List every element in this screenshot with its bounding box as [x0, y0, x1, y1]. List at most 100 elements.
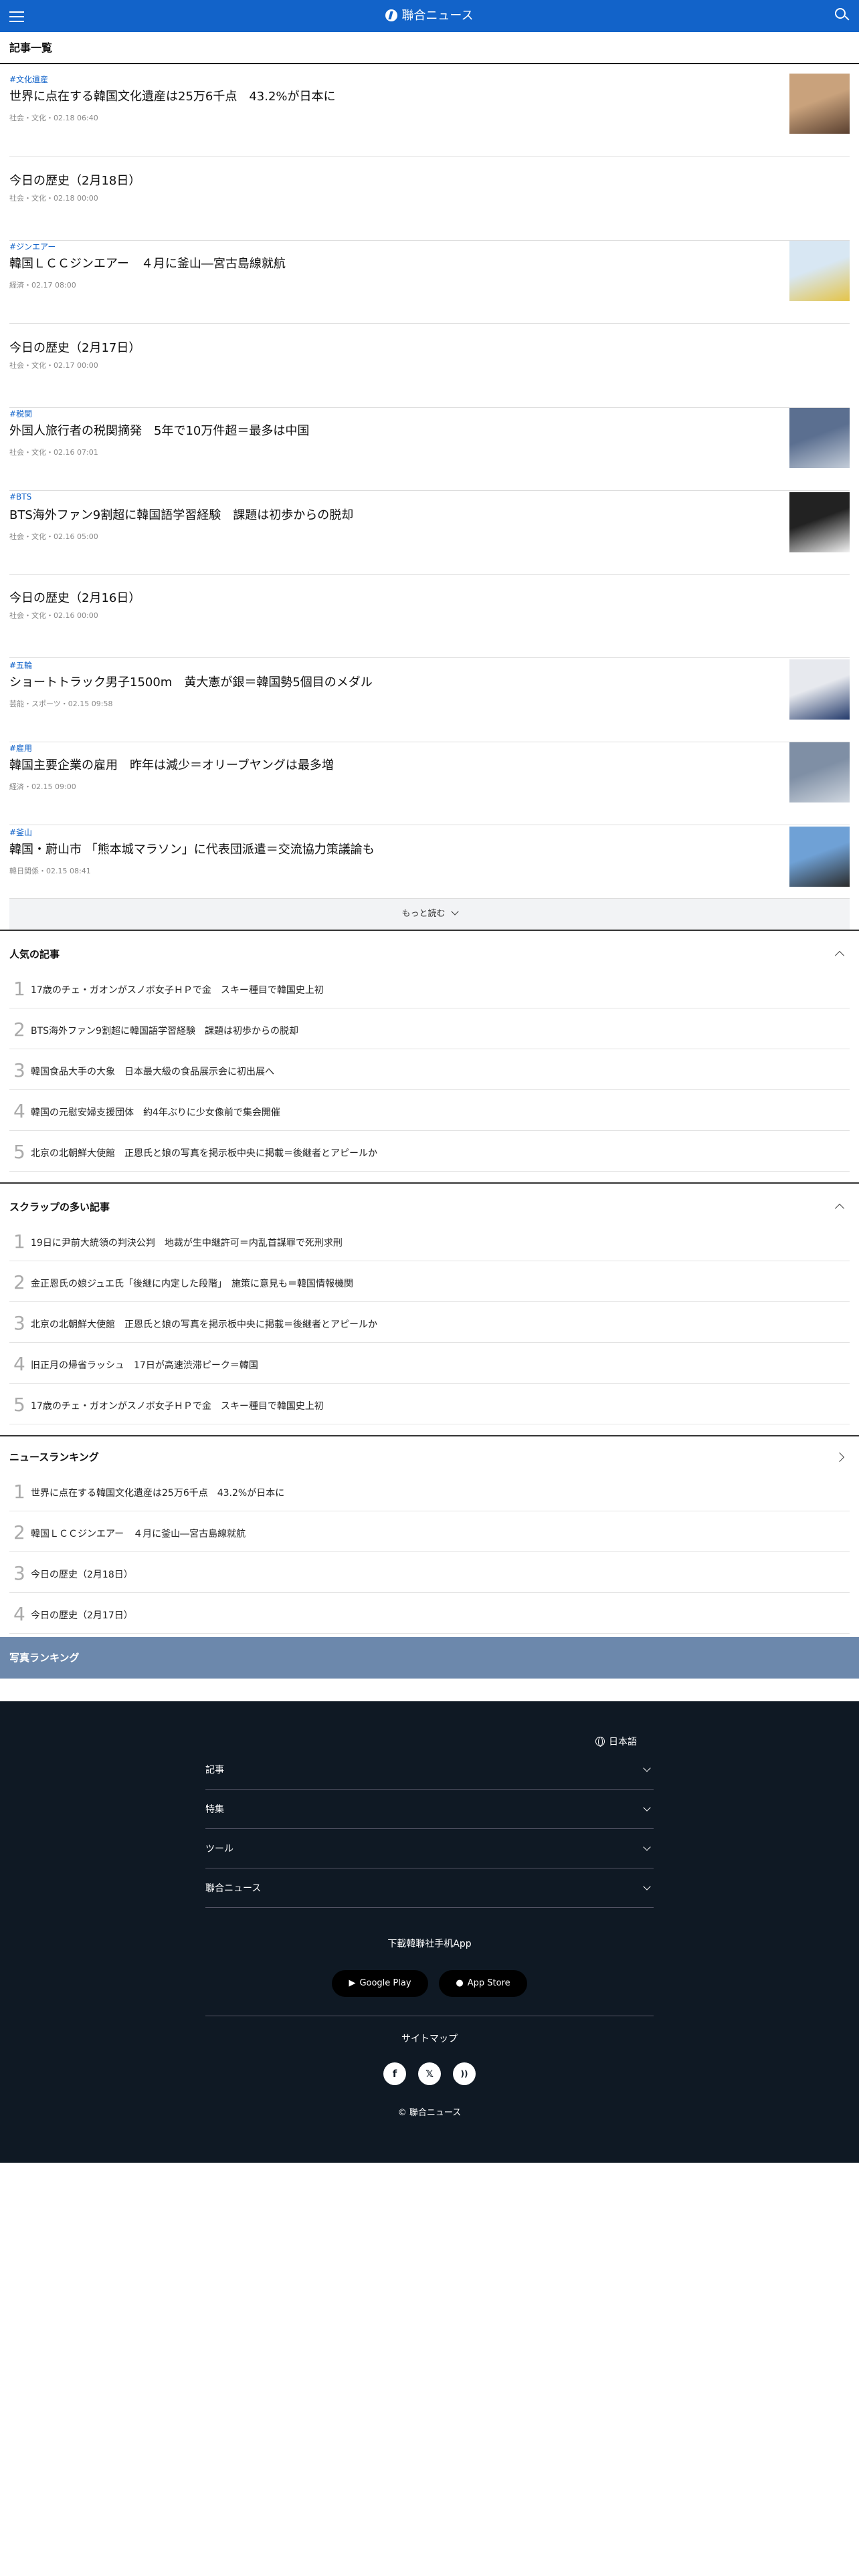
- search-icon[interactable]: [835, 8, 850, 23]
- app-store-button[interactable]: ● App Store: [439, 1970, 527, 1997]
- app-store-label: App Store: [467, 1978, 510, 1988]
- article-meta: 経済・02.15 09:00: [9, 782, 76, 791]
- article-title[interactable]: ショートトラック男子1500m 黄大憲が銀＝韓国勢5個目のメダル: [9, 673, 373, 690]
- rank-text[interactable]: 19日に尹前大統領の判決公判 地裁が生中継許可＝内乱首謀罪で死刑求刑: [31, 1236, 343, 1249]
- article-title[interactable]: 韓国主要企業の雇用 昨年は減少＝オリーブヤングは最多増: [9, 756, 334, 773]
- article-item[interactable]: #BTS BTS海外ファン9割超に韓国語学習経験 課題は初歩からの脱却 社会・文化・…: [9, 492, 850, 575]
- rank-text[interactable]: 17歳のチェ・ガオンがスノボ女子ＨＰで金 スキー種目で韓国史上初: [31, 983, 324, 996]
- rank-text[interactable]: 17歳のチェ・ガオンがスノボ女子ＨＰで金 スキー種目で韓国史上初: [31, 1399, 324, 1412]
- article-meta: 社会・文化・02.18 06:40: [9, 114, 98, 122]
- article-thumbnail[interactable]: [789, 74, 850, 134]
- article-thumbnail[interactable]: [789, 827, 850, 887]
- article-item[interactable]: #ジンエアー 韓国ＬＣＣジンエアー ４月に釜山―宮古島線就航 経済・02.17 08…: [9, 241, 850, 324]
- read-more-button[interactable]: もっと読む: [9, 899, 850, 930]
- google-play-button[interactable]: ▶ Google Play: [332, 1970, 428, 1997]
- rss-icon[interactable]: )): [453, 2062, 476, 2085]
- article-tag[interactable]: #BTS: [9, 492, 31, 502]
- x-twitter-icon[interactable]: 𝕏: [418, 2062, 441, 2085]
- rank-text[interactable]: 北京の北朝鮮大使館 正恩氏と娘の写真を掲示板中央に掲載＝後継者とアピールか: [31, 1317, 377, 1331]
- article-title[interactable]: 世界に点在する韓国文化遺産は25万6千点 43.2%が日本に: [9, 87, 336, 104]
- popular-item[interactable]: 5 北京の北朝鮮大使館 正恩氏と娘の写真を掲示板中央に掲載＝後継者とアピールか: [9, 1132, 850, 1172]
- scraps-item[interactable]: 4 旧正月の帰省ラッシュ 17日が高速渋滞ピーク＝韓国: [9, 1344, 850, 1384]
- article-title[interactable]: 韓国・蔚山市 「熊本城マラソン」に代表団派遣＝交流協力策議論も: [9, 840, 375, 857]
- footer-menu-label: ツール: [205, 1844, 233, 1854]
- photo-ranking-bar[interactable]: 写真ランキング: [0, 1637, 859, 1679]
- article-tag[interactable]: #釜山: [9, 827, 32, 838]
- facebook-icon[interactable]: f: [383, 2062, 406, 2085]
- rank-number: 4: [13, 1353, 25, 1375]
- popular-title: 人気の記事: [9, 948, 60, 960]
- divider: [0, 1182, 859, 1184]
- news_ranking-item[interactable]: 1 世界に点在する韓国文化遺産は25万6千点 43.2%が日本に: [9, 1471, 850, 1511]
- article-title[interactable]: 今日の歴史（2月18日）: [9, 171, 140, 189]
- rank-text[interactable]: 北京の北朝鮮大使館 正恩氏と娘の写真を掲示板中央に掲載＝後継者とアピールか: [31, 1146, 377, 1160]
- scraps-item[interactable]: 5 17歳のチェ・ガオンがスノボ女子ＨＰで金 スキー種目で韓国史上初: [9, 1384, 850, 1424]
- popular-item[interactable]: 2 BTS海外ファン9割超に韓国語学習経験 課題は初歩からの脱却: [9, 1009, 850, 1049]
- news-ranking-header[interactable]: ニュースランキング: [0, 1442, 859, 1473]
- brand-logo[interactable]: 聯合ニュース: [0, 0, 859, 32]
- rank-text[interactable]: BTS海外ファン9割超に韓国語学習経験 課題は初歩からの脱却: [31, 1024, 298, 1037]
- article-item[interactable]: 今日の歴史（2月18日） 社会・文化・02.18 00:00: [9, 158, 850, 241]
- rank-text[interactable]: 旧正月の帰省ラッシュ 17日が高速渋滞ピーク＝韓国: [31, 1358, 258, 1372]
- footer-menu-yonhap[interactable]: 聯合ニュース: [205, 1869, 654, 1908]
- article-meta: 社会・文化・02.16 07:01: [9, 448, 98, 457]
- rank-text[interactable]: 金正恩氏の娘ジュエ氏「後継に内定した段階」 施策に意見も＝韓国情報機関: [31, 1277, 353, 1290]
- article-thumbnail[interactable]: [789, 408, 850, 468]
- article-thumbnail[interactable]: [789, 659, 850, 720]
- article-title[interactable]: 韓国ＬＣＣジンエアー ４月に釜山―宮古島線就航: [9, 254, 286, 272]
- article-item[interactable]: #釜山 韓国・蔚山市 「熊本城マラソン」に代表団派遣＝交流協力策議論も 韓日関係・0…: [9, 827, 850, 899]
- article-title[interactable]: 今日の歴史（2月16日）: [9, 588, 140, 606]
- article-title[interactable]: 今日の歴史（2月17日）: [9, 338, 140, 356]
- article-item[interactable]: #税関外国人旅行者の税関摘発 5年で10万件超＝最多は中国社会・文化・02.16…: [9, 408, 850, 491]
- article-tag[interactable]: #雇用: [9, 742, 32, 754]
- article-item[interactable]: #五輪 ショートトラック男子1500m 黄大憲が銀＝韓国勢5個目のメダル 芸能・スポ…: [9, 659, 850, 742]
- rank-text[interactable]: 韓国の元慰安婦支援団体 約4年ぶりに少女像前で集会開催: [31, 1105, 280, 1119]
- article-item[interactable]: #文化遺産世界に点在する韓国文化遺産は25万6千点 43.2%が日本に社会・文化…: [9, 74, 850, 156]
- article-tag[interactable]: #文化遺産: [9, 74, 48, 85]
- rank-text[interactable]: 今日の歴史（2月18日）: [31, 1568, 133, 1581]
- article-thumbnail[interactable]: [789, 241, 850, 301]
- rank-text[interactable]: 世界に点在する韓国文化遺産は25万6千点 43.2%が日本に: [31, 1486, 284, 1499]
- scraps-item[interactable]: 3 北京の北朝鮮大使館 正恩氏と娘の写真を掲示板中央に掲載＝後継者とアピールか: [9, 1303, 850, 1343]
- popular-section-header[interactable]: 人気の記事: [0, 939, 859, 970]
- article-item[interactable]: 今日の歴史（2月17日） 社会・文化・02.17 00:00: [9, 325, 850, 408]
- rank-text[interactable]: 韓国食品大手の大象 日本最大級の食品展示会に初出展へ: [31, 1065, 274, 1078]
- scraps-item[interactable]: 2 金正恩氏の娘ジュエ氏「後継に内定した段階」 施策に意見も＝韓国情報機関: [9, 1262, 850, 1302]
- popular-item[interactable]: 1 17歳のチェ・ガオンがスノボ女子ＨＰで金 スキー種目で韓国史上初: [9, 968, 850, 1008]
- article-item[interactable]: 今日の歴史（2月16日） 社会・文化・02.16 00:00: [9, 575, 850, 658]
- article-tag[interactable]: #五輪: [9, 659, 32, 671]
- article-tag[interactable]: #ジンエアー: [9, 241, 56, 252]
- footer-menu-label: 記事: [205, 1765, 224, 1776]
- language-selector[interactable]: 日本語: [595, 1735, 637, 1748]
- divider: [0, 1435, 859, 1436]
- article-tag[interactable]: #税関: [9, 408, 32, 419]
- top-header: 聯合ニュース: [0, 0, 859, 32]
- footer-menu-tools[interactable]: ツール: [205, 1830, 654, 1868]
- rank-text[interactable]: 今日の歴史（2月17日）: [31, 1608, 133, 1622]
- chevron-down-icon: [643, 1764, 651, 1772]
- google-play-label: Google Play: [359, 1978, 411, 1988]
- article-title[interactable]: BTS海外ファン9割超に韓国語学習経験 課題は初歩からの脱却: [9, 506, 353, 523]
- scrap-section-header[interactable]: スクラップの多い記事: [0, 1192, 859, 1222]
- rank-number: 4: [13, 1100, 25, 1122]
- sitemap-link[interactable]: サイトマップ: [0, 2032, 859, 2045]
- yonhap-logo-icon: [385, 9, 398, 21]
- article-thumbnail[interactable]: [789, 742, 850, 802]
- news_ranking-item[interactable]: 3 今日の歴史（2月18日）: [9, 1553, 850, 1593]
- rank-text[interactable]: 韓国ＬＣＣジンエアー ４月に釜山―宮古島線就航: [31, 1527, 246, 1540]
- footer: 日本語 記事 特集 ツール 聯合ニュース 下載韓聯社手机App ▶ Google …: [0, 1701, 859, 2163]
- article-thumbnail[interactable]: [789, 492, 850, 552]
- chevron-up-icon: [834, 950, 845, 961]
- footer-menu-articles[interactable]: 記事: [205, 1751, 654, 1790]
- popular-item[interactable]: 4 韓国の元慰安婦支援団体 約4年ぶりに少女像前で集会開催: [9, 1091, 850, 1131]
- article-title[interactable]: 外国人旅行者の税関摘発 5年で10万件超＝最多は中国: [9, 421, 309, 439]
- news_ranking-item[interactable]: 4 今日の歴史（2月17日）: [9, 1594, 850, 1634]
- news_ranking-item[interactable]: 2 韓国ＬＣＣジンエアー ４月に釜山―宮古島線就航: [9, 1512, 850, 1552]
- chevron-down-icon: [450, 907, 459, 916]
- popular-item[interactable]: 3 韓国食品大手の大象 日本最大級の食品展示会に初出展へ: [9, 1050, 850, 1090]
- scraps-item[interactable]: 1 19日に尹前大統領の判決公判 地裁が生中継許可＝内乱首謀罪で死刑求刑: [9, 1221, 850, 1261]
- brand-name: 聯合ニュース: [401, 9, 474, 23]
- article-item[interactable]: #雇用韓国主要企業の雇用 昨年は減少＝オリーブヤングは最多増経済・02.15 0…: [9, 742, 850, 825]
- chevron-down-icon: [643, 1843, 651, 1851]
- footer-menu-features[interactable]: 特集: [205, 1790, 654, 1829]
